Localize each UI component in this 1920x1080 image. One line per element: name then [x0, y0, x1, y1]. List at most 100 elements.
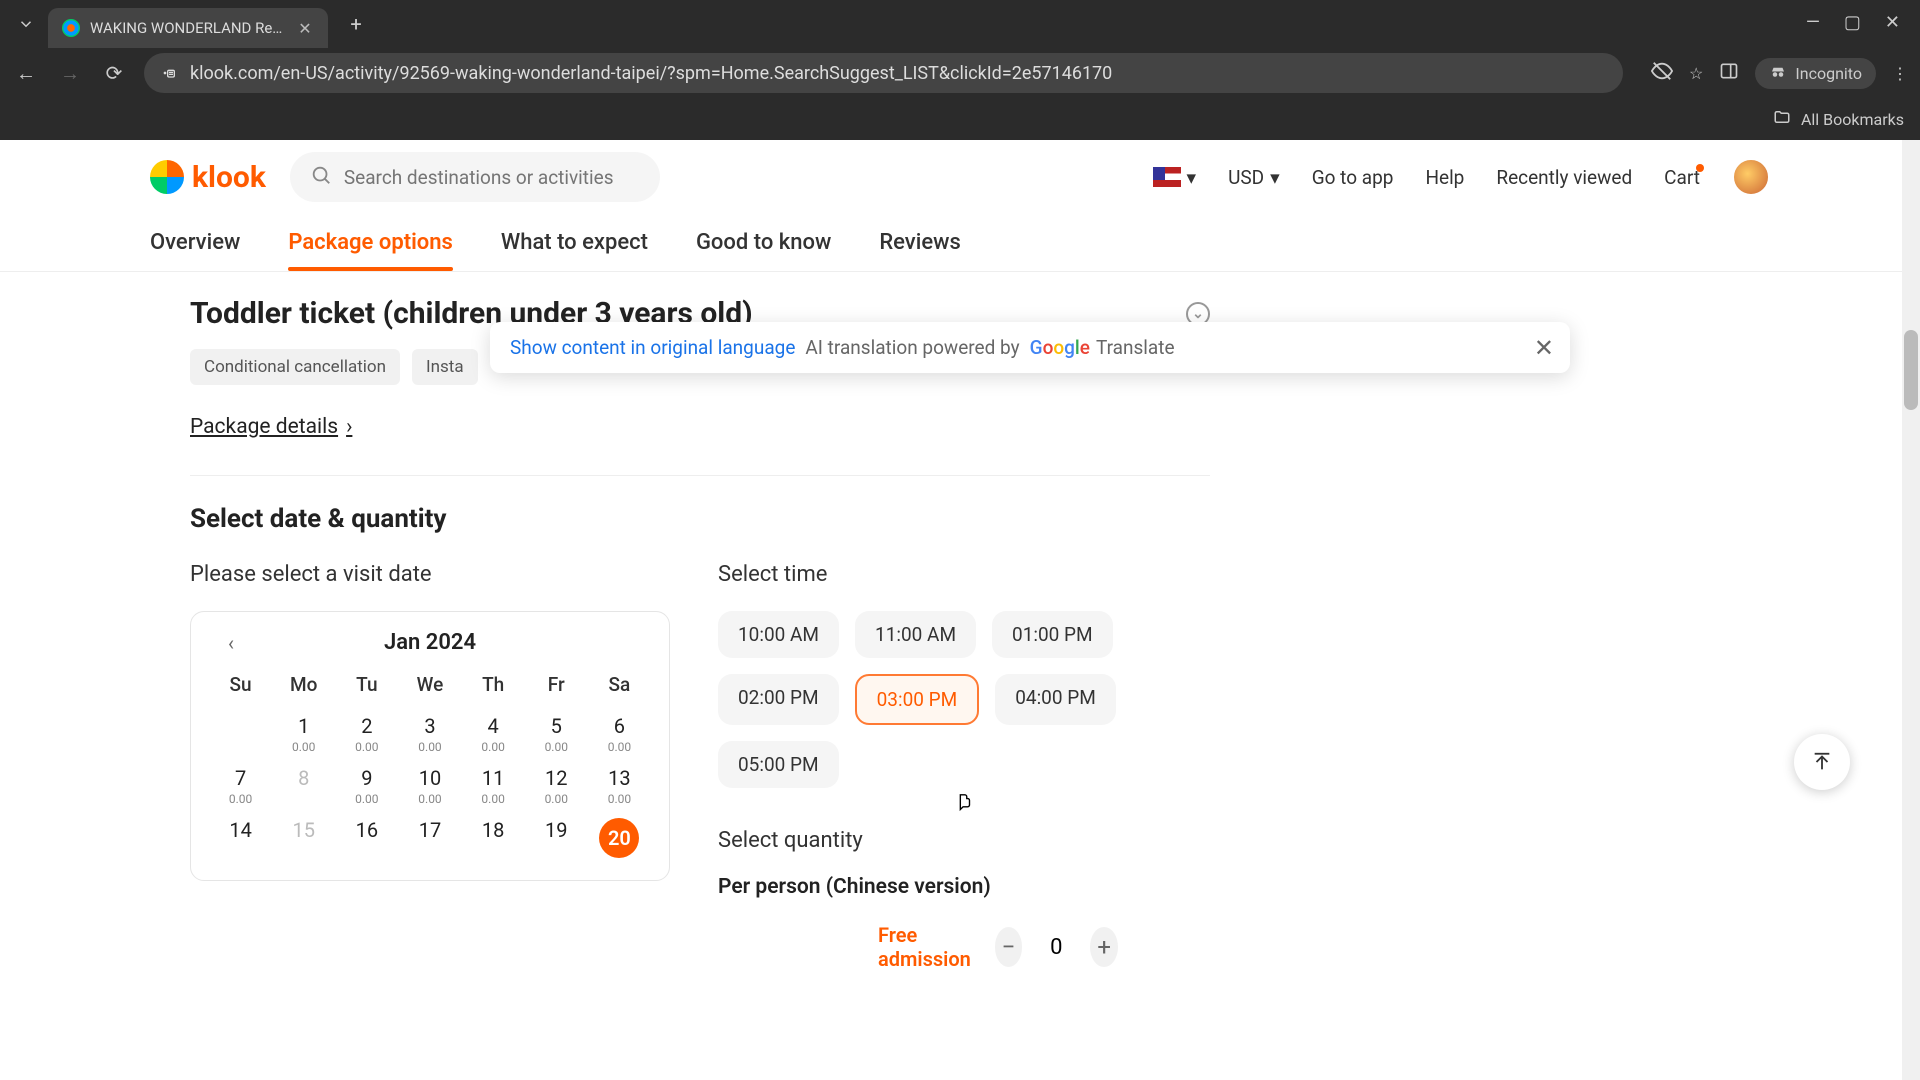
back-button[interactable]: ← [12, 59, 40, 87]
page-content: klook ▾ USD▾ Go to app Help Recently vie… [0, 140, 1920, 1080]
search-icon [310, 164, 332, 190]
chevron-down-icon: ▾ [1187, 166, 1197, 189]
close-window-icon[interactable]: ✕ [1885, 12, 1900, 33]
calendar-day[interactable]: 50.00 [525, 706, 588, 758]
address-bar: ← → ⟳ klook.com/en-US/activity/92569-wak… [0, 48, 1920, 98]
new-tab-button[interactable]: + [340, 8, 372, 40]
maximize-icon[interactable]: ▢ [1844, 12, 1861, 33]
show-original-link[interactable]: Show content in original language [510, 336, 795, 359]
per-person-label: Per person (Chinese version) [718, 875, 1210, 899]
calendar-day[interactable]: 20.00 [335, 706, 398, 758]
calendar-day[interactable]: 110.00 [462, 758, 525, 810]
browser-menu-icon[interactable]: ⋮ [1892, 64, 1908, 83]
logo[interactable]: klook [150, 160, 266, 195]
package-details-link[interactable]: Package details › [190, 415, 1210, 439]
tab-bar: WAKING WONDERLAND Revis… ✕ + — ▢ ✕ [0, 0, 1920, 48]
calendar-day[interactable]: 16 [335, 810, 398, 862]
url-field[interactable]: klook.com/en-US/activity/92569-waking-wo… [144, 53, 1623, 93]
close-tab-icon[interactable]: ✕ [296, 19, 314, 37]
calendar-day[interactable]: 8 [272, 758, 335, 810]
calendar-day[interactable]: 90.00 [335, 758, 398, 810]
qty-value: 0 [1044, 935, 1068, 960]
calendar-day[interactable]: 40.00 [462, 706, 525, 758]
calendar-day[interactable]: 30.00 [398, 706, 461, 758]
qty-increment-button[interactable]: + [1090, 927, 1118, 967]
qty-decrement-button[interactable]: − [995, 927, 1023, 967]
calendar: ‹ Jan 2024 SuMoTuWeThFrSa 10.0020.0030.0… [190, 611, 670, 881]
scroll-to-top-button[interactable] [1794, 734, 1850, 790]
forward-button[interactable]: → [56, 59, 84, 87]
calendar-day[interactable]: 60.00 [588, 706, 651, 758]
eye-off-icon[interactable] [1651, 60, 1673, 86]
calendar-day[interactable]: 20 [588, 810, 651, 862]
calendar-day[interactable]: 15 [272, 810, 335, 862]
time-option[interactable]: 10:00 AM [718, 611, 839, 658]
calendar-day[interactable]: 18 [462, 810, 525, 862]
visit-date-label: Please select a visit date [190, 562, 670, 587]
time-option[interactable]: 03:00 PM [855, 674, 980, 725]
calendar-day[interactable]: 10.00 [272, 706, 335, 758]
time-option[interactable]: 04:00 PM [995, 674, 1116, 725]
select-date-qty-title: Select date & quantity [190, 504, 1210, 534]
go-to-app-link[interactable]: Go to app [1312, 166, 1394, 189]
chevron-right-icon: › [346, 415, 352, 439]
reload-button[interactable]: ⟳ [100, 59, 128, 87]
calendar-day[interactable]: 130.00 [588, 758, 651, 810]
divider [190, 475, 1210, 476]
time-option[interactable]: 05:00 PM [718, 741, 839, 788]
tab-what-to-expect[interactable]: What to expect [501, 230, 648, 255]
incognito-badge[interactable]: Incognito [1755, 58, 1876, 89]
calendar-day[interactable]: 17 [398, 810, 461, 862]
tab-reviews[interactable]: Reviews [879, 230, 960, 255]
folder-icon [1773, 108, 1791, 130]
bookmark-star-icon[interactable]: ☆ [1689, 64, 1703, 83]
site-info-icon[interactable] [160, 64, 178, 82]
calendar-day[interactable]: 120.00 [525, 758, 588, 810]
time-option[interactable]: 02:00 PM [718, 674, 839, 725]
tab-overview[interactable]: Overview [150, 230, 240, 255]
time-qty-column: Select time 10:00 AM11:00 AM01:00 PM02:0… [718, 562, 1210, 971]
calendar-prev-button[interactable]: ‹ [217, 629, 245, 657]
minimize-icon[interactable]: — [1806, 12, 1820, 33]
logo-text: klook [192, 160, 266, 195]
search-input[interactable] [344, 166, 640, 189]
header-right: ▾ USD▾ Go to app Help Recently viewed Ca… [1153, 158, 1770, 196]
google-translate-logo: Google Translate [1030, 336, 1175, 359]
calendar-day[interactable]: 70.00 [209, 758, 272, 810]
logo-mark-icon [150, 160, 184, 194]
url-text: klook.com/en-US/activity/92569-waking-wo… [190, 63, 1112, 84]
help-link[interactable]: Help [1425, 166, 1464, 189]
side-panel-icon[interactable] [1719, 61, 1739, 85]
time-option[interactable]: 11:00 AM [855, 611, 976, 658]
recently-viewed-link[interactable]: Recently viewed [1496, 166, 1632, 189]
currency-selector[interactable]: USD▾ [1228, 166, 1280, 189]
tab-good-to-know[interactable]: Good to know [696, 230, 831, 255]
free-admission-text: Free admission [878, 923, 973, 971]
favicon-icon [62, 19, 80, 37]
bookmarks-bar: All Bookmarks [0, 98, 1920, 140]
powered-by-text: AI translation powered by [805, 336, 1019, 359]
time-grid: 10:00 AM 11:00 AM 01:00 PM 02:00 PM 03:00 PM… [718, 611, 1118, 788]
site-header: klook ▾ USD▾ Go to app Help Recently vie… [0, 140, 1920, 214]
calendar-day[interactable]: 14 [209, 810, 272, 862]
tab-title: WAKING WONDERLAND Revis… [90, 19, 286, 37]
scrollbar-thumb[interactable] [1904, 330, 1918, 410]
search-box[interactable] [290, 152, 660, 202]
all-bookmarks-link[interactable]: All Bookmarks [1801, 110, 1904, 129]
calendar-dow: Su [209, 673, 272, 696]
quantity-row: Free admission − 0 + [718, 923, 1118, 971]
calendar-day[interactable]: 100.00 [398, 758, 461, 810]
scrollbar-track[interactable] [1902, 140, 1920, 1080]
browser-chrome: WAKING WONDERLAND Revis… ✕ + — ▢ ✕ ← → ⟳… [0, 0, 1920, 140]
time-option[interactable]: 01:00 PM [992, 611, 1113, 658]
language-selector[interactable]: ▾ [1153, 166, 1197, 189]
browser-tab[interactable]: WAKING WONDERLAND Revis… ✕ [48, 8, 328, 48]
cart-dot-icon [1696, 164, 1704, 172]
tab-package-options[interactable]: Package options [288, 230, 453, 255]
avatar[interactable] [1732, 158, 1770, 196]
calendar-dow: Tu [335, 673, 398, 696]
close-banner-icon[interactable]: ✕ [1534, 334, 1554, 362]
calendar-day[interactable]: 19 [525, 810, 588, 862]
cart-link[interactable]: Cart [1664, 166, 1700, 189]
tab-search-icon[interactable] [12, 10, 40, 38]
